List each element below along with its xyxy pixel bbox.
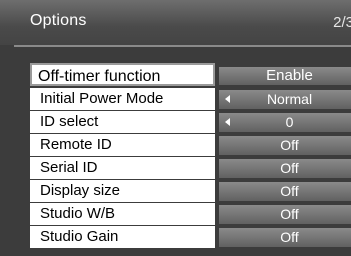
option-value[interactable]: Enable: [219, 67, 351, 85]
option-value-text: Enable: [266, 67, 313, 84]
header-divider: [14, 45, 351, 47]
option-value[interactable]: Off: [219, 136, 351, 155]
option-value[interactable]: Normal: [219, 90, 351, 109]
options-list: Off-timer function Enable Initial Power …: [30, 63, 351, 249]
option-value-text: Off: [280, 183, 299, 199]
option-value[interactable]: Off: [219, 205, 351, 224]
menu-header: Options 2/3: [0, 0, 351, 45]
option-value-text: 0: [285, 114, 294, 130]
option-value[interactable]: Off: [219, 228, 351, 247]
option-label: ID select: [30, 111, 215, 133]
option-row-serial-id[interactable]: Serial ID Off: [30, 157, 351, 179]
option-value-text: Normal: [266, 91, 313, 107]
option-label: Initial Power Mode: [30, 88, 215, 110]
option-row-id-select[interactable]: ID select 0: [30, 111, 351, 133]
options-menu-panel: Options 2/3 Off-timer function Enable In…: [0, 0, 351, 256]
option-value[interactable]: 0: [219, 113, 351, 132]
left-arrow-icon[interactable]: [225, 95, 230, 103]
option-row-remote-id[interactable]: Remote ID Off: [30, 134, 351, 156]
option-label: Serial ID: [30, 157, 215, 179]
option-value-text: Off: [280, 206, 299, 222]
option-value[interactable]: Off: [219, 159, 351, 178]
left-arrow-icon[interactable]: [225, 118, 230, 126]
option-value-text: Off: [280, 160, 299, 176]
option-label: Off-timer function: [30, 63, 215, 86]
menu-title: Options: [30, 12, 87, 29]
option-label: Studio W/B: [30, 203, 215, 225]
option-row-off-timer-function[interactable]: Off-timer function Enable: [30, 63, 351, 86]
option-value-text: Off: [280, 137, 299, 153]
page-indicator: 2/3: [333, 14, 351, 31]
option-label: Studio Gain: [30, 226, 215, 248]
option-value-text: Off: [280, 229, 299, 245]
option-row-studio-gain[interactable]: Studio Gain Off: [30, 226, 351, 248]
option-row-display-size[interactable]: Display size Off: [30, 180, 351, 202]
option-label: Display size: [30, 180, 215, 202]
option-row-initial-power-mode[interactable]: Initial Power Mode Normal: [30, 88, 351, 110]
option-value[interactable]: Off: [219, 182, 351, 201]
option-label: Remote ID: [30, 134, 215, 156]
option-row-studio-wb[interactable]: Studio W/B Off: [30, 203, 351, 225]
